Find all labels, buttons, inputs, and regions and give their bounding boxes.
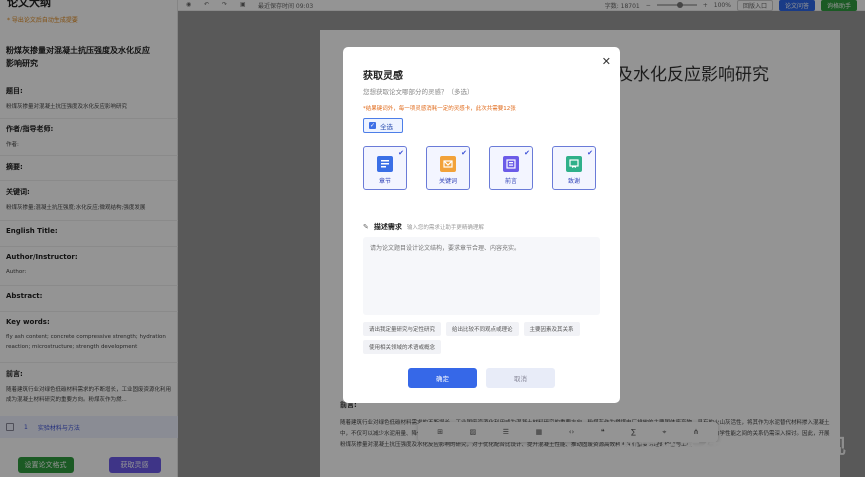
thanks-icon [566,156,582,172]
modal-title: 获取灵感 [363,71,403,82]
inspiration-options: ✔ 章节 ✔ 关键词 ✔ 前言 ✔ 致谢 [363,146,596,190]
description-hint: 输入您的需求让助手更精确理解 [406,225,484,231]
modal-warning: *结果键词外，每一项灵感消耗一定的灵感卡，此次共需要12张 [363,106,516,112]
cancel-button[interactable]: 取消 [486,368,555,388]
option-label: 关键词 [438,178,457,185]
checkbox-icon: ✓ [369,122,376,129]
check-icon: ✔ [461,149,467,157]
modal-subtitle: 您想获取论文哪部分的灵感？（多选） [363,88,474,96]
suggestion-chip[interactable]: 请出我定量研究与定性研究 [363,322,442,336]
description-title: 描述需求 [373,223,402,231]
close-icon[interactable]: ✕ [602,55,611,68]
option-label: 前言 [504,178,517,185]
pencil-icon: ✎ [363,223,369,231]
preface-icon [503,156,519,172]
keyword-icon [440,156,456,172]
check-icon: ✔ [524,149,530,157]
check-icon: ✔ [398,149,404,157]
chapter-icon [377,156,393,172]
description-header: ✎ 描述需求 输入您的需求让助手更精确理解 [363,222,484,232]
suggestion-chips: 请出我定量研究与定性研究 给出比较不同观点或理论 主要因素及其关系 使用相关领域… [363,322,603,354]
requirement-textarea[interactable] [363,237,600,315]
suggestion-chip[interactable]: 使用相关领域的术语或概念 [363,340,442,354]
option-label: 章节 [378,178,391,185]
option-label: 致谢 [567,178,580,185]
option-thanks[interactable]: ✔ 致谢 [552,146,596,190]
suggestion-chip[interactable]: 给出比较不同观点或理论 [446,322,519,336]
confirm-button[interactable]: 确定 [408,368,477,388]
select-all-checkbox[interactable]: ✓ 全选 [363,118,403,133]
select-all-label: 全选 [380,122,393,131]
check-icon: ✔ [587,149,593,157]
option-chapter[interactable]: ✔ 章节 [363,146,407,190]
suggestion-chip[interactable]: 主要因素及其关系 [523,322,580,336]
option-preface[interactable]: ✔ 前言 [489,146,533,190]
inspiration-modal: ✕ 获取灵感 您想获取论文哪部分的灵感？（多选） *结果键词外，每一项灵感消耗一… [343,47,620,403]
option-keyword[interactable]: ✔ 关键词 [426,146,470,190]
